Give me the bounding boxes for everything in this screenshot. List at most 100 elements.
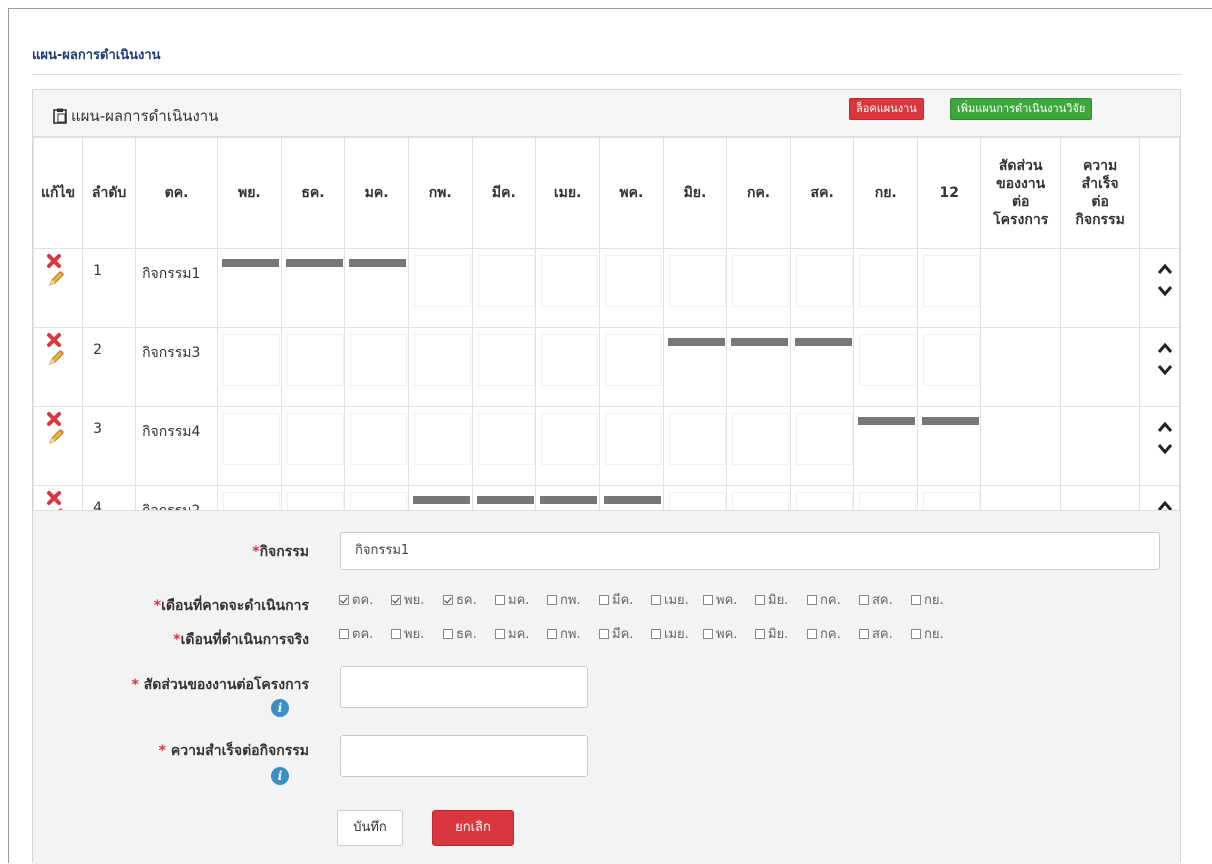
expected-month-checkbox[interactable]: มค.: [495, 589, 547, 610]
delete-icon[interactable]: [46, 490, 62, 506]
expected-month-checkbox[interactable]: ธค.: [443, 589, 495, 610]
checkbox-box[interactable]: [495, 628, 505, 639]
actual-month-checkbox[interactable]: มีค.: [599, 623, 651, 644]
month-cell[interactable]: [407, 248, 473, 328]
month-cell[interactable]: [599, 248, 664, 328]
actual-month-checkbox[interactable]: กพ.: [547, 623, 599, 644]
month-cell[interactable]: [789, 327, 855, 407]
expected-month-checkbox[interactable]: ตค.: [339, 589, 391, 610]
month-cell[interactable]: [344, 406, 409, 486]
actual-month-checkbox[interactable]: เมย.: [651, 623, 703, 644]
month-cell[interactable]: [471, 406, 537, 486]
pencil-icon[interactable]: [46, 269, 66, 289]
checkbox-box[interactable]: [755, 628, 765, 639]
actual-month-checkbox[interactable]: ธค.: [443, 623, 495, 644]
month-cell[interactable]: [789, 406, 855, 486]
success-input[interactable]: [340, 735, 588, 777]
actual-month-checkbox[interactable]: กย.: [911, 623, 963, 644]
checkbox-box[interactable]: [391, 628, 401, 639]
actual-month-checkbox[interactable]: มค.: [495, 623, 547, 644]
actual-month-checkbox[interactable]: พค.: [703, 623, 755, 644]
expected-month-checkbox[interactable]: มิย.: [755, 589, 807, 610]
month-cell[interactable]: [535, 248, 601, 328]
month-cell[interactable]: [726, 327, 791, 407]
checkbox-box[interactable]: [339, 594, 349, 605]
save-button[interactable]: บันทึก: [337, 810, 403, 846]
month-cell[interactable]: [853, 406, 919, 486]
checkbox-box[interactable]: [807, 628, 817, 639]
expected-month-checkbox[interactable]: มีค.: [599, 589, 651, 610]
expected-month-checkbox[interactable]: กพ.: [547, 589, 599, 610]
delete-icon[interactable]: [46, 411, 62, 427]
checkbox-box[interactable]: [703, 628, 713, 639]
add-plan-button[interactable]: เพิ่มแผนการดำเนินงานวิจัย: [950, 98, 1093, 120]
month-cell[interactable]: [726, 406, 791, 486]
month-cell[interactable]: [917, 327, 982, 407]
month-cell[interactable]: [407, 327, 473, 407]
month-cell[interactable]: [280, 406, 346, 486]
checkbox-box[interactable]: [859, 628, 869, 639]
proportion-input[interactable]: [340, 666, 588, 708]
chevron-down-icon[interactable]: [1157, 443, 1173, 455]
checkbox-box[interactable]: [339, 628, 349, 639]
success-info-icon[interactable]: i: [271, 767, 289, 785]
month-cell[interactable]: [407, 406, 473, 486]
month-cell[interactable]: [662, 327, 728, 407]
checkbox-box[interactable]: [911, 628, 921, 639]
month-cell[interactable]: [917, 248, 982, 328]
month-cell[interactable]: [535, 406, 601, 486]
month-cell[interactable]: [217, 248, 282, 328]
month-cell[interactable]: [471, 248, 537, 328]
checkbox-box[interactable]: [651, 594, 661, 605]
chevron-up-icon[interactable]: [1157, 342, 1173, 354]
month-cell[interactable]: [726, 248, 791, 328]
expected-month-checkbox[interactable]: กย.: [911, 589, 963, 610]
chevron-down-icon[interactable]: [1157, 285, 1173, 297]
checkbox-box[interactable]: [859, 594, 869, 605]
checkbox-box[interactable]: [495, 594, 505, 605]
month-cell[interactable]: [599, 406, 664, 486]
delete-icon[interactable]: [46, 253, 62, 269]
month-cell[interactable]: [662, 406, 728, 486]
checkbox-box[interactable]: [651, 628, 661, 639]
month-cell[interactable]: [217, 406, 282, 486]
chevron-up-icon[interactable]: [1157, 263, 1173, 275]
pencil-icon[interactable]: [46, 427, 66, 447]
month-cell[interactable]: [853, 327, 919, 407]
checkbox-box[interactable]: [391, 594, 401, 605]
month-cell[interactable]: [280, 248, 346, 328]
checkbox-box[interactable]: [599, 594, 609, 605]
lock-plan-button[interactable]: ล็อคแผนงาน: [849, 98, 924, 120]
actual-month-checkbox[interactable]: กค.: [807, 623, 859, 644]
checkbox-box[interactable]: [443, 628, 453, 639]
proportion-info-icon[interactable]: i: [271, 699, 289, 717]
chevron-up-icon[interactable]: [1157, 421, 1173, 433]
checkbox-box[interactable]: [443, 594, 453, 605]
expected-month-checkbox[interactable]: พย.: [391, 589, 443, 610]
cancel-button[interactable]: ยกเลิก: [432, 810, 514, 846]
month-cell[interactable]: [344, 248, 409, 328]
month-cell[interactable]: [599, 327, 664, 407]
pencil-icon[interactable]: [46, 348, 66, 368]
chevron-down-icon[interactable]: [1157, 364, 1173, 376]
checkbox-box[interactable]: [547, 628, 557, 639]
month-cell[interactable]: [917, 406, 982, 486]
checkbox-box[interactable]: [755, 594, 765, 605]
checkbox-box[interactable]: [911, 594, 921, 605]
month-cell[interactable]: [662, 248, 728, 328]
activity-input[interactable]: กิจกรรม1: [340, 532, 1160, 570]
actual-month-checkbox[interactable]: มิย.: [755, 623, 807, 644]
month-cell[interactable]: [535, 327, 601, 407]
expected-month-checkbox[interactable]: กค.: [807, 589, 859, 610]
checkbox-box[interactable]: [547, 594, 557, 605]
expected-month-checkbox[interactable]: เมย.: [651, 589, 703, 610]
month-cell[interactable]: [471, 327, 537, 407]
checkbox-box[interactable]: [599, 628, 609, 639]
month-cell[interactable]: [853, 248, 919, 328]
expected-month-checkbox[interactable]: พค.: [703, 589, 755, 610]
checkbox-box[interactable]: [807, 594, 817, 605]
month-cell[interactable]: [344, 327, 409, 407]
month-cell[interactable]: [280, 327, 346, 407]
actual-month-checkbox[interactable]: พย.: [391, 623, 443, 644]
delete-icon[interactable]: [46, 332, 62, 348]
